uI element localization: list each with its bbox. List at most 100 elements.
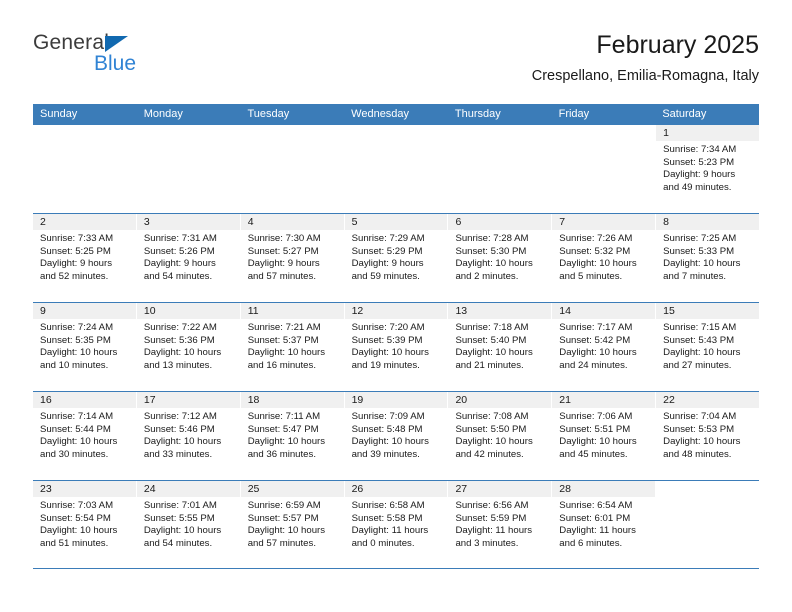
sunrise-text: Sunrise: 7:34 AM	[663, 144, 737, 155]
calendar-day-cell[interactable]: 17 Sunrise: 7:12 AM Sunset: 5:46 PM Dayligh…	[136, 392, 241, 480]
sunset-text: Sunset: 5:51 PM	[559, 423, 631, 435]
calendar-day-cell-empty	[344, 125, 449, 213]
day-sun-info: Sunrise: 7:34 AM Sunset: 5:23 PM Daylight:…	[656, 141, 759, 194]
day-number: 13	[448, 303, 552, 319]
sunrise-text: Sunrise: 7:11 AM	[247, 411, 321, 422]
sunset-text: Sunset: 5:39 PM	[351, 334, 423, 346]
daylight-text-line1: Daylight: 10 hours	[559, 258, 637, 270]
daylight-text-line2: and 21 minutes.	[455, 359, 524, 371]
day-number: 6	[448, 214, 552, 230]
calendar-day-cell[interactable]: 7 Sunrise: 7:26 AM Sunset: 5:32 PM Daylight…	[552, 214, 657, 302]
calendar-day-cell[interactable]: 26 Sunrise: 6:58 AM Sunset: 5:58 PM Dayligh…	[344, 481, 449, 568]
day-number	[33, 125, 136, 141]
sunrise-text: Sunrise: 7:24 AM	[40, 322, 114, 333]
sunrise-text: Sunrise: 7:21 AM	[247, 322, 321, 333]
calendar-day-cell[interactable]: 28 Sunrise: 6:54 AM Sunset: 6:01 PM Dayligh…	[552, 481, 657, 568]
sunset-text: Sunset: 5:27 PM	[247, 245, 319, 257]
calendar-day-cell[interactable]: 10 Sunrise: 7:22 AM Sunset: 5:36 PM Dayligh…	[136, 303, 241, 391]
calendar-day-cell[interactable]: 25 Sunrise: 6:59 AM Sunset: 5:57 PM Dayligh…	[240, 481, 345, 568]
daylight-text-line2: and 19 minutes.	[351, 359, 420, 371]
calendar-day-cell[interactable]: 3 Sunrise: 7:31 AM Sunset: 5:26 PM Daylight…	[136, 214, 241, 302]
calendar-day-cell[interactable]: 16 Sunrise: 7:14 AM Sunset: 5:44 PM Dayligh…	[33, 392, 137, 480]
calendar-day-cell[interactable]: 22 Sunrise: 7:04 AM Sunset: 5:53 PM Dayligh…	[656, 392, 760, 480]
daylight-text-line2: and 33 minutes.	[143, 448, 213, 460]
calendar-day-cell[interactable]: 19 Sunrise: 7:09 AM Sunset: 5:48 PM Dayligh…	[344, 392, 449, 480]
calendar-day-cell[interactable]: 23 Sunrise: 7:03 AM Sunset: 5:54 PM Dayligh…	[33, 481, 137, 568]
calendar-day-cell[interactable]: 8 Sunrise: 7:25 AM Sunset: 5:33 PM Daylight…	[656, 214, 760, 302]
day-number: 2	[33, 214, 136, 230]
daylight-text-line1: Daylight: 10 hours	[351, 436, 429, 448]
logo-text-blue: Blue	[94, 52, 137, 75]
calendar-day-cell-empty	[448, 125, 553, 213]
sunrise-text: Sunrise: 6:58 AM	[351, 500, 425, 511]
sunset-text: Sunset: 5:29 PM	[351, 245, 423, 257]
page-subtitle: Crespellano, Emilia-Romagna, Italy	[531, 68, 759, 84]
calendar-page: General Blue February 2025 Crespellano, …	[0, 0, 792, 612]
day-sun-info: Sunrise: 7:22 AM Sunset: 5:36 PM Daylight:…	[137, 319, 240, 372]
sunset-text: Sunset: 6:01 PM	[559, 512, 631, 524]
daylight-text-line1: Daylight: 10 hours	[663, 436, 741, 448]
sunset-text: Sunset: 5:32 PM	[559, 245, 631, 257]
daylight-text-line1: Daylight: 11 hours	[455, 525, 533, 537]
calendar-day-cell[interactable]: 14 Sunrise: 7:17 AM Sunset: 5:42 PM Dayligh…	[552, 303, 657, 391]
weekday-wednesday: Wednesday	[351, 108, 410, 120]
daylight-text-line1: Daylight: 10 hours	[663, 258, 741, 270]
day-number: 26	[344, 481, 448, 497]
calendar-day-cell-empty	[240, 125, 345, 213]
calendar-day-cell[interactable]: 2 Sunrise: 7:33 AM Sunset: 5:25 PM Daylight…	[33, 214, 137, 302]
daylight-text-line1: Daylight: 10 hours	[143, 347, 222, 359]
calendar-day-cell-empty	[136, 125, 241, 213]
calendar-day-cell[interactable]: 13 Sunrise: 7:18 AM Sunset: 5:40 PM Dayligh…	[448, 303, 553, 391]
daylight-text-line2: and 48 minutes.	[663, 448, 732, 460]
day-sun-info: Sunrise: 6:58 AM Sunset: 5:58 PM Daylight:…	[345, 497, 448, 550]
daylight-text-line2: and 54 minutes.	[143, 270, 213, 282]
calendar-day-cell[interactable]: 5 Sunrise: 7:29 AM Sunset: 5:29 PM Daylight…	[344, 214, 449, 302]
calendar-week-row: 16 Sunrise: 7:14 AM Sunset: 5:44 PM Dayligh…	[33, 391, 760, 480]
day-sun-info: Sunrise: 7:17 AM Sunset: 5:42 PM Daylight:…	[552, 319, 655, 372]
calendar-day-cell[interactable]: 4 Sunrise: 7:30 AM Sunset: 5:27 PM Daylight…	[240, 214, 345, 302]
logo-triangle-icon	[105, 36, 128, 52]
calendar-day-cell[interactable]: 21 Sunrise: 7:06 AM Sunset: 5:51 PM Dayligh…	[552, 392, 657, 480]
day-number: 7	[552, 214, 656, 230]
daylight-text-line2: and 2 minutes.	[455, 270, 519, 282]
calendar-day-cell[interactable]: 6 Sunrise: 7:28 AM Sunset: 5:30 PM Daylight…	[448, 214, 553, 302]
day-number: 27	[448, 481, 552, 497]
sunset-text: Sunset: 5:33 PM	[663, 245, 735, 257]
calendar-day-cell[interactable]: 11 Sunrise: 7:21 AM Sunset: 5:37 PM Dayligh…	[240, 303, 345, 391]
day-sun-info: Sunrise: 7:06 AM Sunset: 5:51 PM Daylight:…	[552, 408, 655, 461]
daylight-text-line1: Daylight: 10 hours	[455, 258, 533, 270]
daylight-text-line1: Daylight: 11 hours	[351, 525, 429, 537]
page-title: February 2025	[596, 31, 759, 59]
day-sun-info: Sunrise: 6:59 AM Sunset: 5:57 PM Daylight:…	[241, 497, 344, 550]
calendar-day-cell[interactable]: 9 Sunrise: 7:24 AM Sunset: 5:35 PM Daylight…	[33, 303, 137, 391]
weekday-header-row: Sunday Monday Tuesday Wednesday Thursday…	[33, 104, 759, 124]
day-sun-info: Sunrise: 6:54 AM Sunset: 6:01 PM Daylight:…	[552, 497, 655, 550]
title-block: February 2025 Crespellano, Emilia-Romagn…	[532, 30, 759, 87]
calendar-week-row: 2 Sunrise: 7:33 AM Sunset: 5:25 PM Daylight…	[33, 213, 760, 302]
daylight-text-line1: Daylight: 10 hours	[40, 436, 118, 448]
day-number: 28	[552, 481, 656, 497]
daylight-text-line2: and 57 minutes.	[247, 270, 316, 282]
day-number: 19	[344, 392, 448, 408]
sunset-text: Sunset: 5:23 PM	[663, 156, 735, 168]
calendar-day-cell[interactable]: 20 Sunrise: 7:08 AM Sunset: 5:50 PM Dayligh…	[448, 392, 553, 480]
sunset-text: Sunset: 5:26 PM	[143, 245, 215, 257]
daylight-text-line2: and 54 minutes.	[143, 537, 213, 549]
logo-text-general: General	[33, 31, 110, 54]
calendar-day-cell[interactable]: 27 Sunrise: 6:56 AM Sunset: 5:59 PM Dayligh…	[448, 481, 553, 568]
daylight-text-line1: Daylight: 10 hours	[40, 347, 118, 359]
calendar-week-row: 9 Sunrise: 7:24 AM Sunset: 5:35 PM Daylight…	[33, 302, 760, 391]
day-number: 24	[136, 481, 240, 497]
weekday-monday: Monday	[143, 108, 183, 120]
calendar-day-cell[interactable]: 15 Sunrise: 7:15 AM Sunset: 5:43 PM Dayligh…	[656, 303, 760, 391]
daylight-text-line2: and 27 minutes.	[663, 359, 732, 371]
daylight-text-line1: Daylight: 10 hours	[559, 347, 637, 359]
calendar-day-cell[interactable]: 18 Sunrise: 7:11 AM Sunset: 5:47 PM Dayligh…	[240, 392, 345, 480]
day-sun-info: Sunrise: 7:09 AM Sunset: 5:48 PM Daylight:…	[345, 408, 448, 461]
calendar-day-cell[interactable]: 24 Sunrise: 7:01 AM Sunset: 5:55 PM Dayligh…	[136, 481, 241, 568]
sunset-text: Sunset: 5:40 PM	[455, 334, 527, 346]
calendar-day-cell[interactable]: 12 Sunrise: 7:20 AM Sunset: 5:39 PM Dayligh…	[344, 303, 449, 391]
general-blue-logo[interactable]: General Blue	[33, 32, 233, 88]
calendar-day-cell[interactable]: 1 Sunrise: 7:34 AM Sunset: 5:23 PM Daylight…	[656, 125, 760, 213]
sunset-text: Sunset: 5:55 PM	[143, 512, 215, 524]
